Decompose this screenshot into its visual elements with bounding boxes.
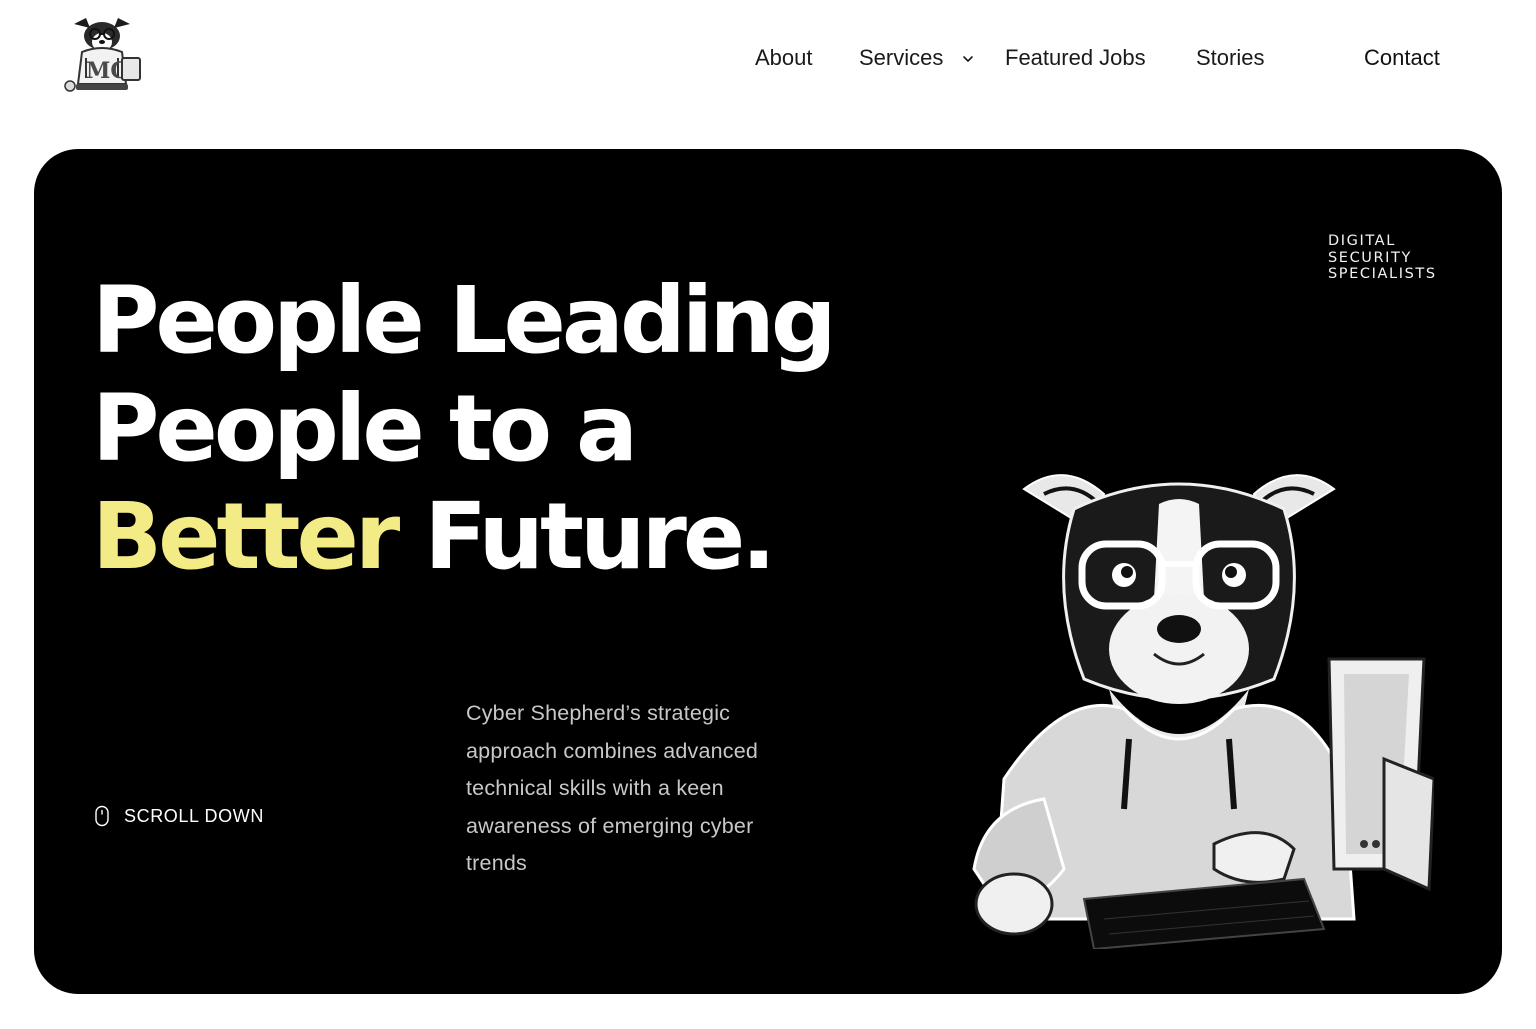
tagline-line: SECURITY xyxy=(1328,249,1412,266)
headline-accent-word: Better xyxy=(92,483,400,590)
scroll-down-label: SCROLL DOWN xyxy=(124,805,264,826)
nav-contact[interactable]: Contact xyxy=(1364,40,1440,76)
headline-line-3: Better Future. xyxy=(92,483,833,591)
main-nav: About Services Featured Jobs Stories Con… xyxy=(0,40,1536,76)
site-header: MG About Services Featured Jobs Stories … xyxy=(0,0,1536,120)
mouse-icon xyxy=(95,805,109,827)
tagline-line: DIGITAL xyxy=(1328,233,1396,249)
headline-line-3-rest: Future. xyxy=(396,483,776,590)
tagline-line: SPECIALISTS xyxy=(1328,266,1437,282)
nav-services-label: Services xyxy=(859,45,944,70)
nav-featured-jobs[interactable]: Featured Jobs xyxy=(1005,40,1146,76)
hero-section: DIGITAL SECURITY SPECIALISTS People Lead… xyxy=(34,149,1502,994)
headline-line-1: People Leading xyxy=(92,267,837,374)
hero-description: Cyber Shepherd’s strategic approach comb… xyxy=(466,701,759,875)
dog-at-computer-illustration xyxy=(914,449,1436,951)
nav-services[interactable]: Services xyxy=(859,40,975,76)
headline-line-2: People to a xyxy=(92,375,638,482)
scroll-down-link[interactable]: SCROLL DOWN xyxy=(94,805,264,827)
hero-headline: People Leading People to a Better Future… xyxy=(92,267,837,591)
chevron-down-icon xyxy=(963,56,974,62)
hero-tagline: DIGITAL SECURITY SPECIALISTS xyxy=(1328,233,1448,283)
nav-about[interactable]: About xyxy=(755,40,813,76)
nav-stories[interactable]: Stories xyxy=(1196,40,1264,76)
